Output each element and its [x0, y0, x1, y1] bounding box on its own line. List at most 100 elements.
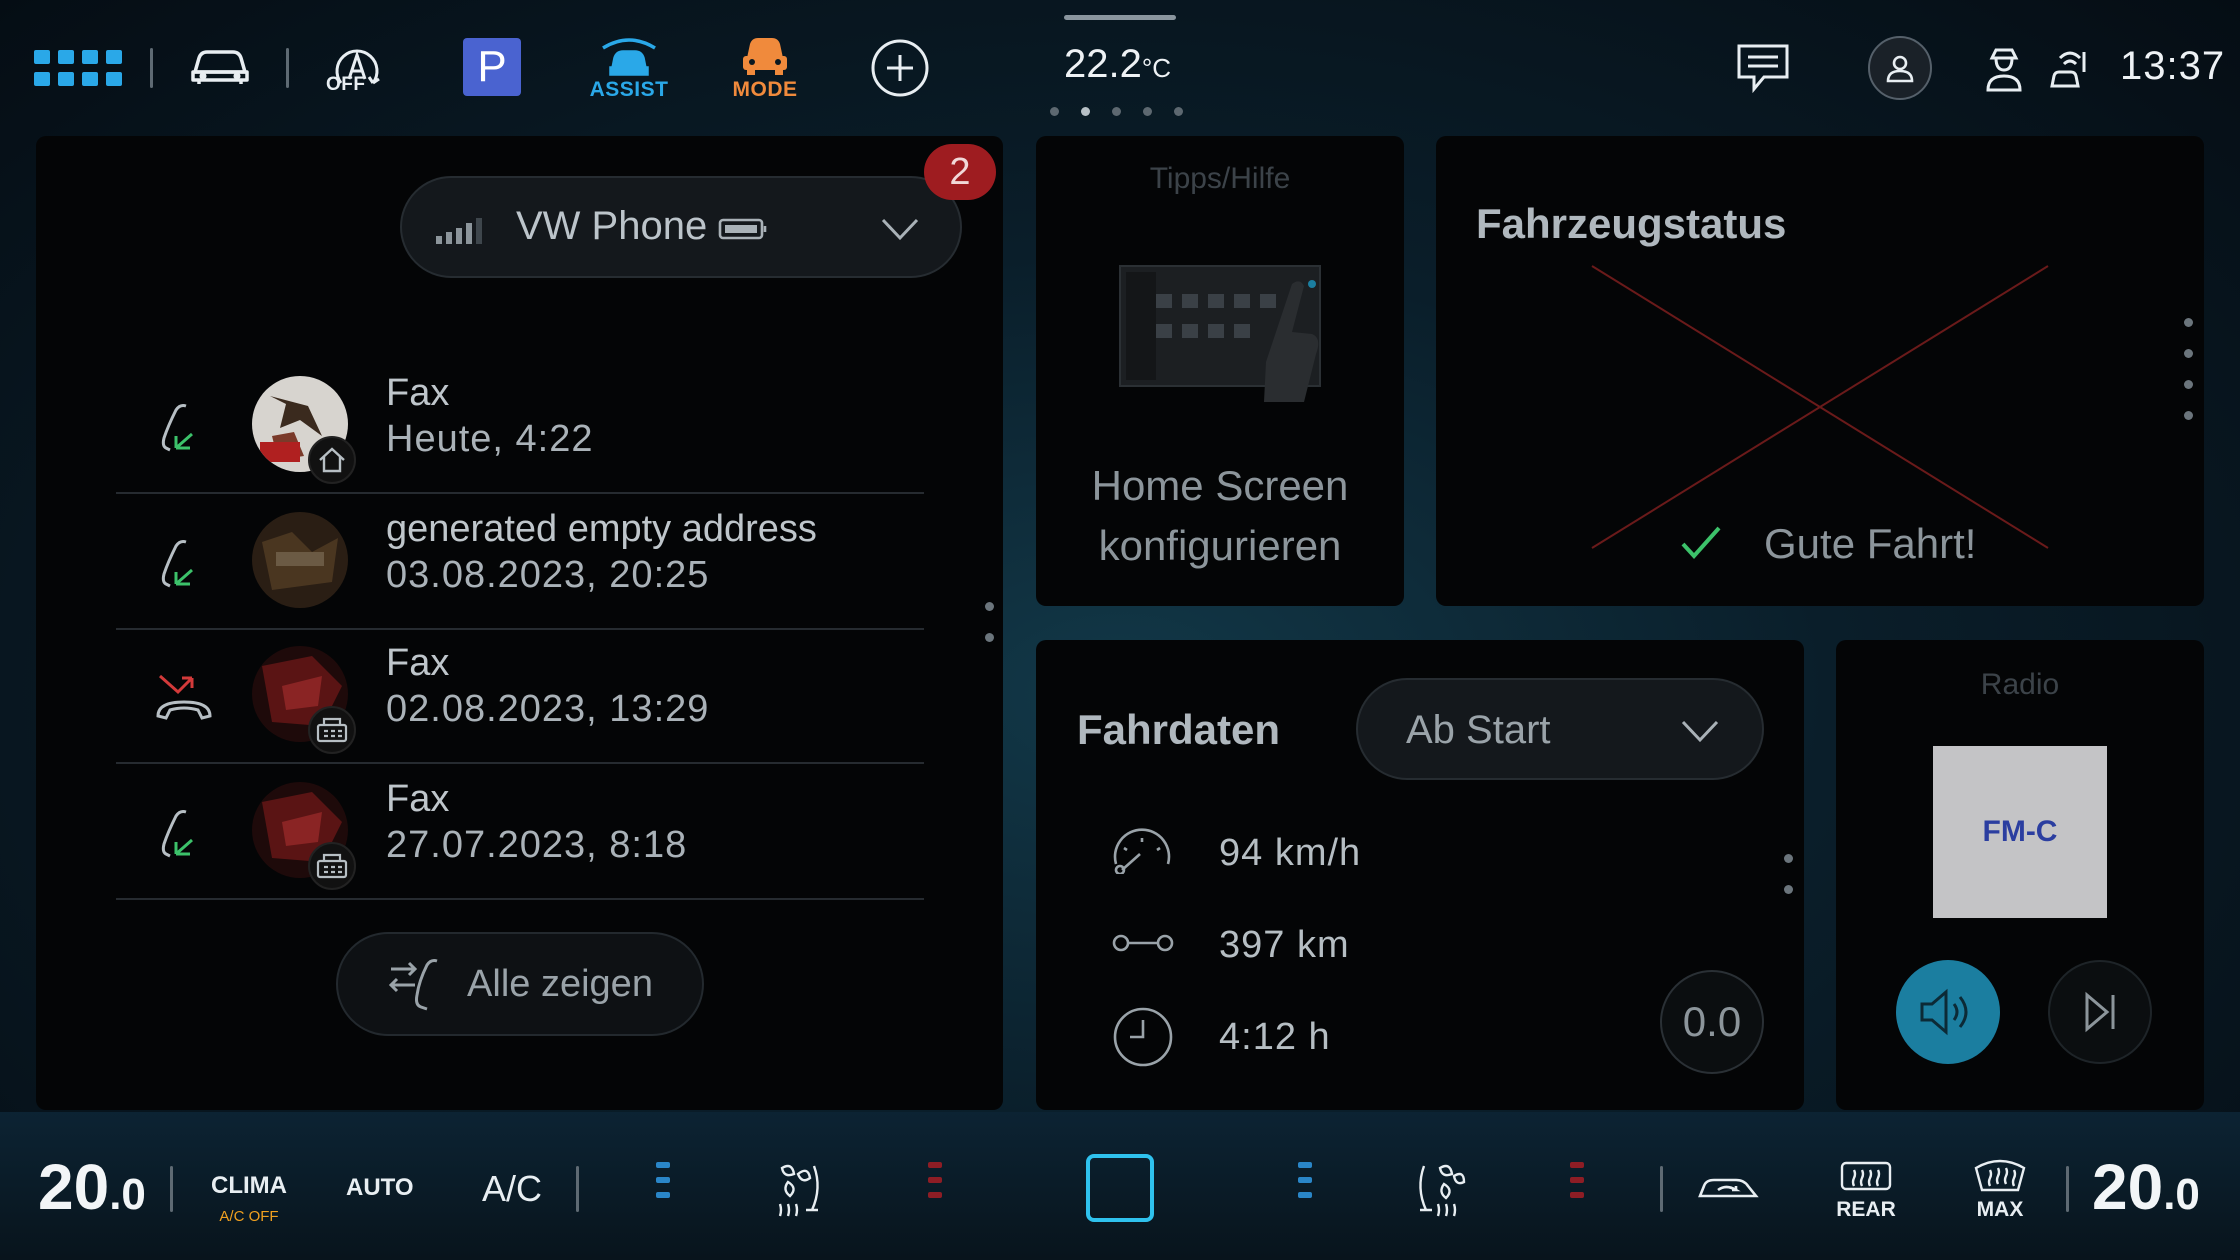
max-label: MAX	[1976, 1198, 2024, 1221]
signal-strength-icon	[436, 214, 492, 248]
call-contact-name: Fax	[386, 372, 450, 414]
home-button[interactable]	[1086, 1154, 1154, 1222]
max-defrost-button[interactable]: MAX	[1970, 1156, 2030, 1222]
incoming-call-icon	[152, 534, 212, 594]
vehicle-status-title: Fahrzeugstatus	[1476, 200, 1787, 247]
auto-hold-caption: OFF	[326, 74, 366, 95]
driver-icon	[1986, 48, 2022, 92]
home-icon	[308, 436, 356, 484]
add-widget-button[interactable]	[870, 38, 930, 98]
assist-button[interactable]: ASSIST	[590, 34, 668, 104]
drive-period-value: Ab Start	[1406, 708, 1551, 752]
speaker-icon	[1920, 988, 1968, 1036]
ac-button[interactable]: A/C	[482, 1168, 542, 1210]
page-indicator[interactable]	[1050, 107, 1183, 116]
next-track-button[interactable]	[2048, 960, 2152, 1064]
left-temperature[interactable]: 20.0	[38, 1150, 146, 1224]
profile-icon	[1886, 55, 1914, 83]
clock: 13:37	[2120, 44, 2226, 88]
call-contact-name: Fax	[386, 642, 450, 684]
consumption-button[interactable]: 0.0	[1660, 970, 1764, 1074]
right-temperature[interactable]: 20.0	[2092, 1150, 2200, 1224]
rear-defrost-button[interactable]: REAR	[1836, 1160, 1896, 1222]
missed-calls-badge: 2	[924, 144, 996, 200]
speedometer-icon	[1110, 824, 1174, 878]
left-temp-dec: .0	[109, 1170, 146, 1219]
seat-ventilation-icon	[1419, 1164, 1466, 1217]
auto-button[interactable]: AUTO	[346, 1174, 414, 1202]
auto-hold-button[interactable]: OFF	[322, 34, 392, 100]
mode-icon	[743, 38, 787, 75]
tips-text-line: konfigurieren	[1098, 522, 1342, 569]
tips-text: Home Screen konfigurieren	[1036, 456, 1404, 576]
fax-icon	[308, 842, 356, 890]
battery-icon	[718, 218, 770, 244]
left-temp-int: 20	[38, 1151, 110, 1223]
distance-icon	[1112, 928, 1174, 962]
call-list-item[interactable]: generated empty address 03.08.2023, 20:2…	[116, 496, 924, 630]
call-list-item[interactable]: Fax 27.07.2023, 8:18	[116, 766, 924, 900]
drive-data-title: Fahrdaten	[1077, 706, 1281, 753]
outside-temp-unit: °C	[1141, 53, 1172, 83]
parking-button[interactable]: P	[463, 38, 521, 96]
clock-icon	[1112, 1006, 1174, 1072]
station-logo[interactable]: FM-C	[1933, 746, 2107, 918]
right-seat-ventilation-level	[1298, 1162, 1312, 1198]
show-all-label: Alle zeigen	[467, 962, 653, 1005]
divider	[286, 48, 289, 88]
tips-title: Tipps/Hilfe	[1149, 162, 1291, 195]
chevron-down-icon[interactable]	[1680, 718, 1720, 748]
phone-device-name: VW Phone	[516, 204, 708, 248]
driver-button[interactable]	[1984, 44, 2024, 92]
tips-text-line: Home Screen	[1091, 462, 1349, 509]
outside-temperature: 22.2°C	[1064, 42, 1171, 87]
call-timestamp: 02.08.2023, 13:29	[386, 688, 710, 730]
scroll-indicator[interactable]	[985, 602, 994, 642]
incoming-call-icon	[152, 804, 212, 864]
assist-icon	[602, 38, 656, 76]
messages-button[interactable]	[1736, 42, 1790, 94]
right-temp-int: 20	[2092, 1151, 2164, 1223]
car-icon[interactable]	[188, 38, 252, 94]
call-contact-name: Fax	[386, 778, 450, 820]
scroll-indicator[interactable]	[2184, 318, 2193, 420]
connectivity-icon	[2050, 51, 2086, 88]
ac-off-label: A/C OFF	[219, 1208, 279, 1225]
clima-button[interactable]: CLIMA A/C OFF	[208, 1172, 290, 1225]
volume-button[interactable]	[1896, 960, 2000, 1064]
divider	[116, 492, 924, 494]
connectivity-button[interactable]	[2046, 46, 2088, 90]
rear-defrost-icon	[1840, 1161, 1892, 1191]
add-icon	[871, 39, 929, 97]
divider	[116, 898, 924, 900]
call-timestamp: 27.07.2023, 8:18	[386, 824, 688, 866]
hand-touch-screen-icon	[1116, 262, 1326, 416]
rear-label: REAR	[1836, 1198, 1896, 1221]
apps-grid-icon[interactable]	[34, 50, 122, 88]
divider	[1660, 1166, 1663, 1212]
scroll-indicator[interactable]	[1784, 854, 1793, 894]
vehicle-status-message: Gute Fahrt!	[1764, 520, 1977, 567]
average-speed: 94 km/h	[1219, 832, 1362, 874]
trip-duration: 4:12 h	[1219, 1016, 1331, 1058]
profile-button[interactable]	[1868, 36, 1932, 100]
show-all-calls-button[interactable]: Alle zeigen	[336, 932, 704, 1036]
divider	[576, 1166, 579, 1212]
divider	[116, 762, 924, 764]
right-temp-dec: .0	[2163, 1170, 2200, 1219]
divider	[150, 48, 153, 88]
call-contact-name: generated empty address	[386, 508, 817, 550]
call-timestamp: Heute, 4:22	[386, 418, 594, 460]
divider	[2066, 1166, 2069, 1212]
right-seat-fan-button[interactable]	[1412, 1158, 1470, 1222]
trip-distance: 397 km	[1219, 924, 1350, 966]
call-list-item[interactable]: Fax 02.08.2023, 13:29	[116, 630, 924, 764]
contact-avatar	[252, 512, 348, 608]
pull-down-handle[interactable]	[1064, 15, 1176, 20]
radio-title: Radio	[1980, 668, 2060, 701]
mode-button[interactable]: MODE	[728, 34, 802, 104]
left-seat-fan-button[interactable]	[768, 1158, 826, 1222]
call-list-item[interactable]: Fax Heute, 4:22	[116, 360, 924, 494]
air-recirculation-button[interactable]	[1696, 1170, 1760, 1208]
chevron-down-icon[interactable]	[880, 216, 920, 246]
